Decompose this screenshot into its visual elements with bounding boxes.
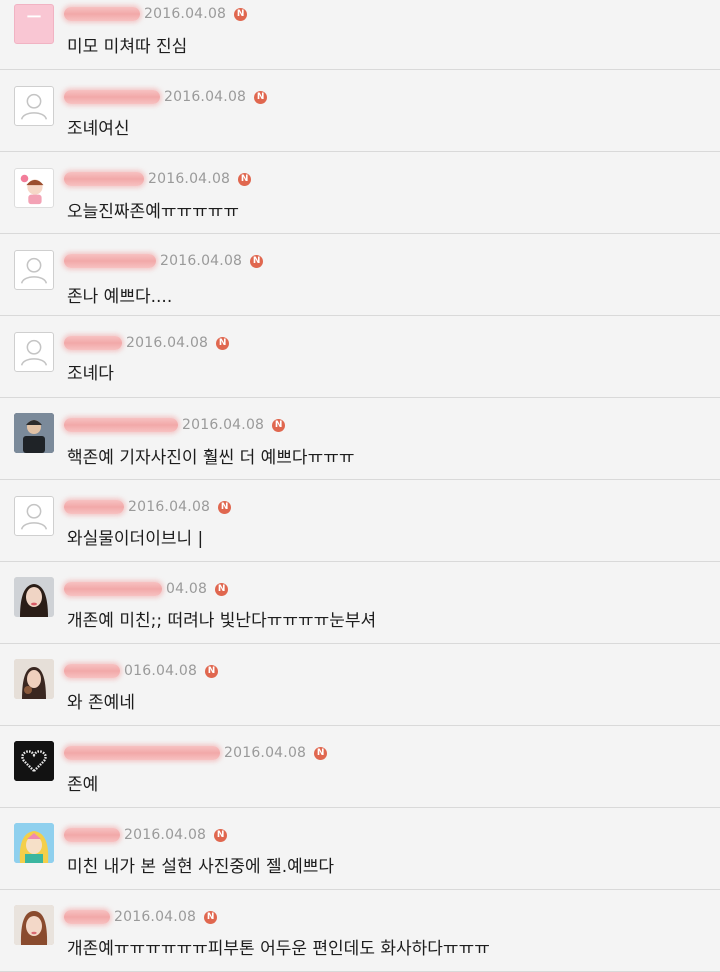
comment-date: 016.04.08: [124, 663, 198, 679]
redacted-username: [64, 90, 160, 104]
comment-meta: 2016.04.08 N: [64, 168, 252, 190]
new-badge: N: [234, 7, 248, 21]
comment-text: 핵존예 기자사진이 훨씬 더 예쁘다ㅠㅠㅠ: [67, 448, 355, 468]
comment-item[interactable]: 2016.04.08 N 핵존예 기자사진이 훨씬 더 예쁘다ㅠㅠㅠ: [0, 398, 720, 480]
comment-text: 오늘진짜존예ㅠㅠㅠㅠㅠ: [67, 202, 240, 222]
comment-date: 04.08: [166, 581, 208, 597]
redacted-username: [64, 500, 124, 514]
photo-avatar-icon[interactable]: [14, 905, 54, 945]
redacted-username: [64, 7, 140, 21]
cartoon-avatar-icon[interactable]: [14, 823, 54, 863]
comment-text: 와실물이더이브니 |: [67, 529, 204, 549]
comment-text: 개존예 미친;; 떠려나 빛난다ㅠㅠㅠㅠ눈부셔: [67, 611, 377, 631]
new-badge: N: [216, 336, 230, 350]
redacted-username: [64, 828, 120, 842]
comment-date: 2016.04.08: [224, 745, 307, 761]
comment-item[interactable]: 2016.04.08 N 와실물이더이브니 |: [0, 480, 720, 562]
new-badge: N: [205, 664, 219, 678]
comment-meta: 2016.04.08 N: [64, 3, 248, 25]
default-user-icon[interactable]: [14, 86, 54, 126]
new-badge: N: [218, 500, 232, 514]
new-badge: N: [250, 254, 264, 268]
redacted-username: [64, 910, 110, 924]
redacted-username: [64, 746, 220, 760]
redacted-username: [64, 664, 120, 678]
comment-date: 2016.04.08: [144, 6, 227, 22]
comment-text: 존나 예쁘다....: [67, 287, 173, 307]
comment-item[interactable]: 2016.04.08 N 조녜여신: [0, 70, 720, 152]
redacted-username: [64, 172, 144, 186]
comment-text: 개존예ㅠㅠㅠㅠㅠㅠ피부톤 어두운 편인데도 화사하다ㅠㅠㅠ: [67, 939, 490, 959]
comment-meta: 2016.04.08 N: [64, 742, 328, 764]
comment-date: 2016.04.08: [164, 89, 247, 105]
photo-avatar-icon[interactable]: [14, 413, 54, 453]
comment-list: 2016.04.08 N 미모 미쳐따 진심 2016.04.08 N 조녜여신…: [0, 0, 720, 972]
comment-item[interactable]: 2016.04.08 N 조녜다: [0, 316, 720, 398]
new-badge: N: [204, 910, 218, 924]
comment-text: 미모 미쳐따 진심: [67, 37, 188, 57]
comment-item[interactable]: 2016.04.08 N 미친 내가 본 설현 사진중에 젤.예쁘다: [0, 808, 720, 890]
comment-text: 존예: [67, 775, 99, 795]
redacted-username: [64, 418, 178, 432]
comment-meta: 2016.04.08 N: [64, 906, 218, 928]
redacted-username: [64, 254, 156, 268]
photo-avatar-icon[interactable]: [14, 659, 54, 699]
comment-meta: 2016.04.08 N: [64, 250, 264, 272]
new-badge: N: [214, 828, 228, 842]
comment-item[interactable]: 2016.04.08 N 존예: [0, 726, 720, 808]
redacted-username: [64, 582, 162, 596]
cartoon-avatar-icon[interactable]: [14, 168, 54, 208]
new-badge: N: [314, 746, 328, 760]
comment-item[interactable]: 016.04.08 N 와 존예네: [0, 644, 720, 726]
comment-date: 2016.04.08: [126, 335, 209, 351]
comment-item[interactable]: 2016.04.08 N 미모 미쳐따 진심: [0, 0, 720, 70]
comment-item[interactable]: 04.08 N 개존예 미친;; 떠려나 빛난다ㅠㅠㅠㅠ눈부셔: [0, 562, 720, 644]
comment-meta: 2016.04.08 N: [64, 824, 228, 846]
comment-text: 조녜다: [67, 364, 114, 384]
default-user-icon[interactable]: [14, 332, 54, 372]
redacted-username: [64, 336, 122, 350]
pink-square-icon[interactable]: [14, 4, 54, 44]
comment-text: 미친 내가 본 설현 사진중에 젤.예쁘다: [67, 857, 335, 877]
heart-logo-icon[interactable]: [14, 741, 54, 781]
comment-date: 2016.04.08: [148, 171, 231, 187]
new-badge: N: [254, 90, 268, 104]
comment-meta: 2016.04.08 N: [64, 332, 230, 354]
comment-date: 2016.04.08: [114, 909, 197, 925]
comment-date: 2016.04.08: [182, 417, 265, 433]
comment-item[interactable]: 2016.04.08 N 개존예ㅠㅠㅠㅠㅠㅠ피부톤 어두운 편인데도 화사하다ㅠ…: [0, 890, 720, 972]
comment-date: 2016.04.08: [124, 827, 207, 843]
new-badge: N: [238, 172, 252, 186]
comment-meta: 04.08 N: [64, 578, 229, 600]
comment-text: 조녜여신: [67, 119, 130, 139]
comment-meta: 2016.04.08 N: [64, 496, 232, 518]
comment-meta: 2016.04.08 N: [64, 86, 268, 108]
default-user-icon[interactable]: [14, 250, 54, 290]
comment-date: 2016.04.08: [128, 499, 211, 515]
comment-item[interactable]: 2016.04.08 N 존나 예쁘다....: [0, 234, 720, 316]
comment-date: 2016.04.08: [160, 253, 243, 269]
default-user-icon[interactable]: [14, 496, 54, 536]
comment-item[interactable]: 2016.04.08 N 오늘진짜존예ㅠㅠㅠㅠㅠ: [0, 152, 720, 234]
new-badge: N: [272, 418, 286, 432]
new-badge: N: [215, 582, 229, 596]
comment-meta: 2016.04.08 N: [64, 414, 286, 436]
photo-avatar-icon[interactable]: [14, 577, 54, 617]
comment-text: 와 존예네: [67, 693, 135, 713]
comment-meta: 016.04.08 N: [64, 660, 219, 682]
